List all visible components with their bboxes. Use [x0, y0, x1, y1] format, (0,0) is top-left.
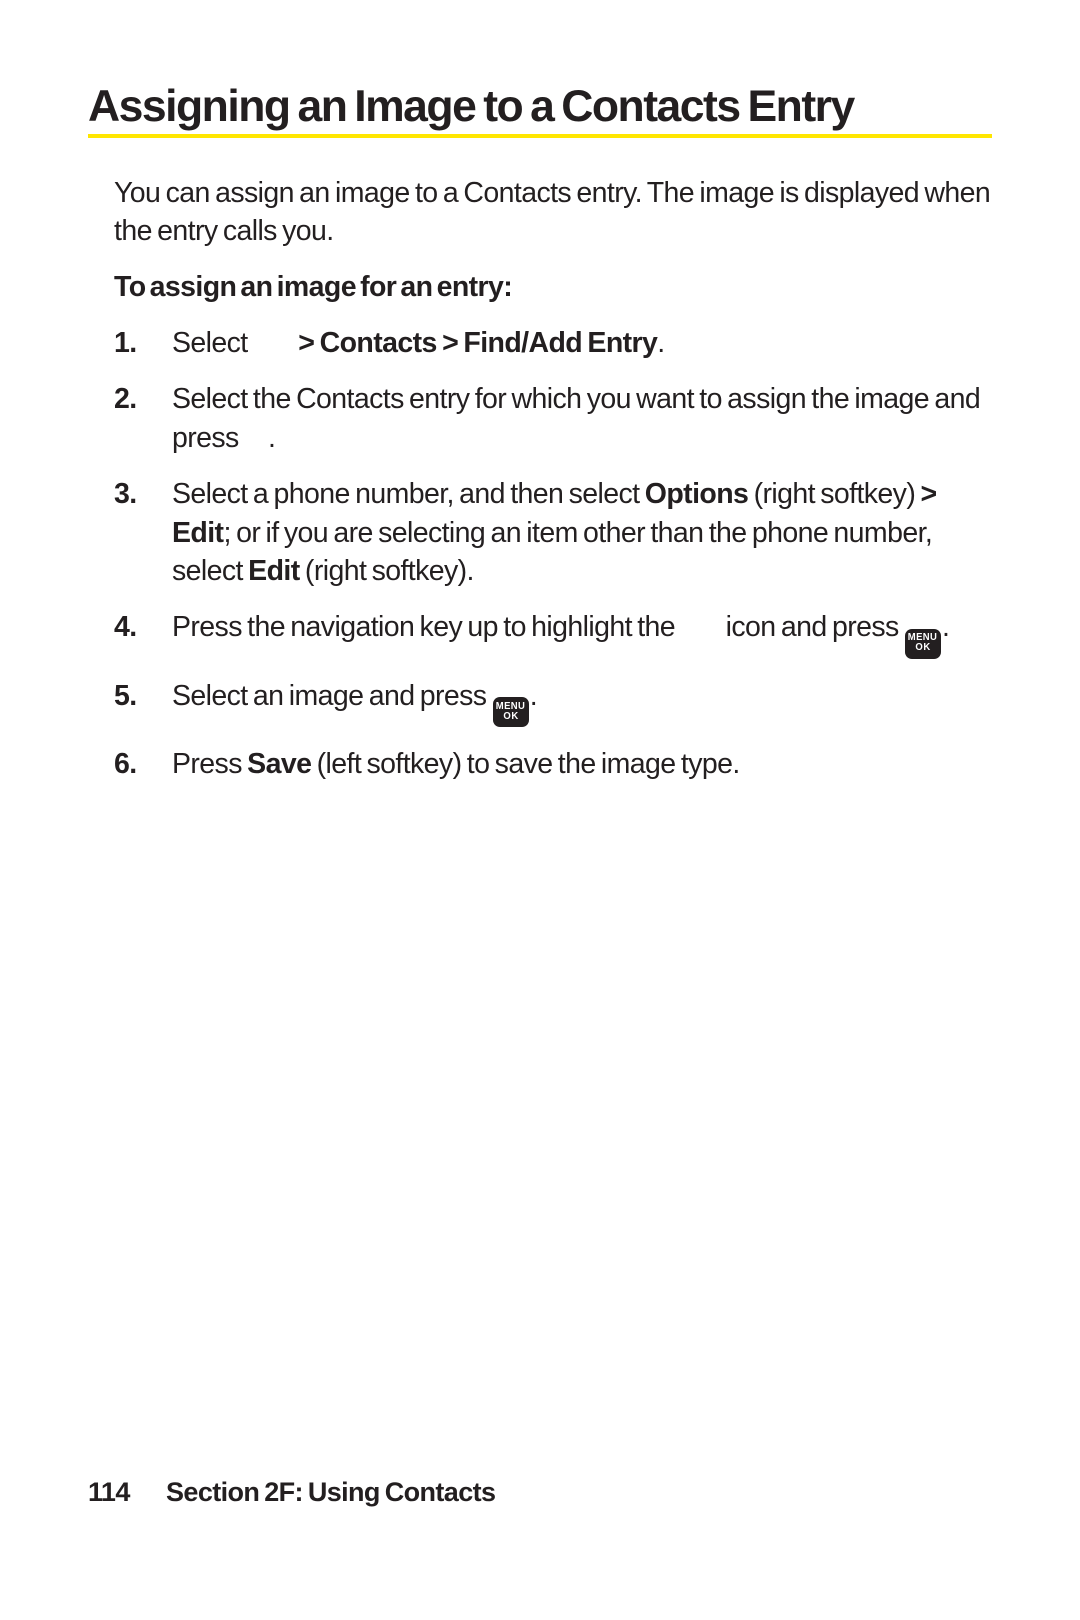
step-text: Select a phone number, and then select	[172, 478, 645, 510]
step-5: 5. Select an image and press MENUOK.	[114, 677, 992, 728]
steps-list: 1. Select > Contacts > Find/Add Entry. 2…	[88, 324, 992, 784]
step-2: 2. Select the Contacts entry for which y…	[114, 380, 992, 457]
step-text: Select the Contacts entry for which you …	[172, 383, 980, 453]
step-bold: Edit	[248, 555, 299, 587]
step-text: (right softkey)	[748, 478, 920, 510]
step-number: 2.	[114, 380, 172, 457]
step-text: Select an image and press	[172, 680, 492, 712]
menu-ok-key-icon: MENUOK	[493, 697, 529, 727]
step-text: Press	[172, 748, 247, 780]
intro-paragraph: You can assign an image to a Contacts en…	[88, 174, 992, 251]
manual-page: Assigning an Image to a Contacts Entry Y…	[0, 0, 1080, 1620]
step-text: (right softkey).	[300, 555, 474, 587]
step-number: 1.	[114, 324, 172, 362]
step-text: (left softkey) to save the image type.	[311, 748, 739, 780]
key-label-bottom: OK	[503, 712, 518, 722]
step-text: Select	[172, 327, 253, 359]
step-text: .	[657, 327, 664, 359]
step-1: 1. Select > Contacts > Find/Add Entry.	[114, 324, 992, 362]
step-number: 3.	[114, 475, 172, 590]
step-body: Select > Contacts > Find/Add Entry.	[172, 324, 992, 362]
step-body: Select the Contacts entry for which you …	[172, 380, 992, 457]
step-number: 5.	[114, 677, 172, 728]
step-6: 6. Press Save (left softkey) to save the…	[114, 745, 992, 783]
step-bold: > Contacts > Find/Add Entry	[293, 327, 657, 359]
step-bold: Save	[247, 748, 311, 780]
key-label-bottom: OK	[915, 643, 930, 653]
page-title: Assigning an Image to a Contacts Entry	[88, 84, 992, 138]
step-text: icon and press	[720, 611, 904, 643]
section-label: Section 2F: Using Contacts	[166, 1477, 495, 1507]
step-number: 6.	[114, 745, 172, 783]
step-text: .	[268, 422, 275, 454]
step-text: .	[530, 680, 537, 712]
step-body: Press Save (left softkey) to save the im…	[172, 745, 992, 783]
step-bold: Options	[645, 478, 748, 510]
step-number: 4.	[114, 608, 172, 659]
step-4: 4. Press the navigation key up to highli…	[114, 608, 992, 659]
page-footer: 114Section 2F: Using Contacts	[88, 1477, 495, 1508]
step-body: Select an image and press MENUOK.	[172, 677, 992, 728]
step-body: Press the navigation key up to highlight…	[172, 608, 992, 659]
step-text: Press the navigation key up to highlight…	[172, 611, 680, 643]
menu-ok-key-icon: MENUOK	[905, 629, 941, 659]
subheading: To assign an image for an entry:	[88, 271, 992, 304]
step-text: .	[942, 611, 949, 643]
step-3: 3. Select a phone number, and then selec…	[114, 475, 992, 590]
page-number: 114	[88, 1477, 166, 1508]
step-body: Select a phone number, and then select O…	[172, 475, 992, 590]
